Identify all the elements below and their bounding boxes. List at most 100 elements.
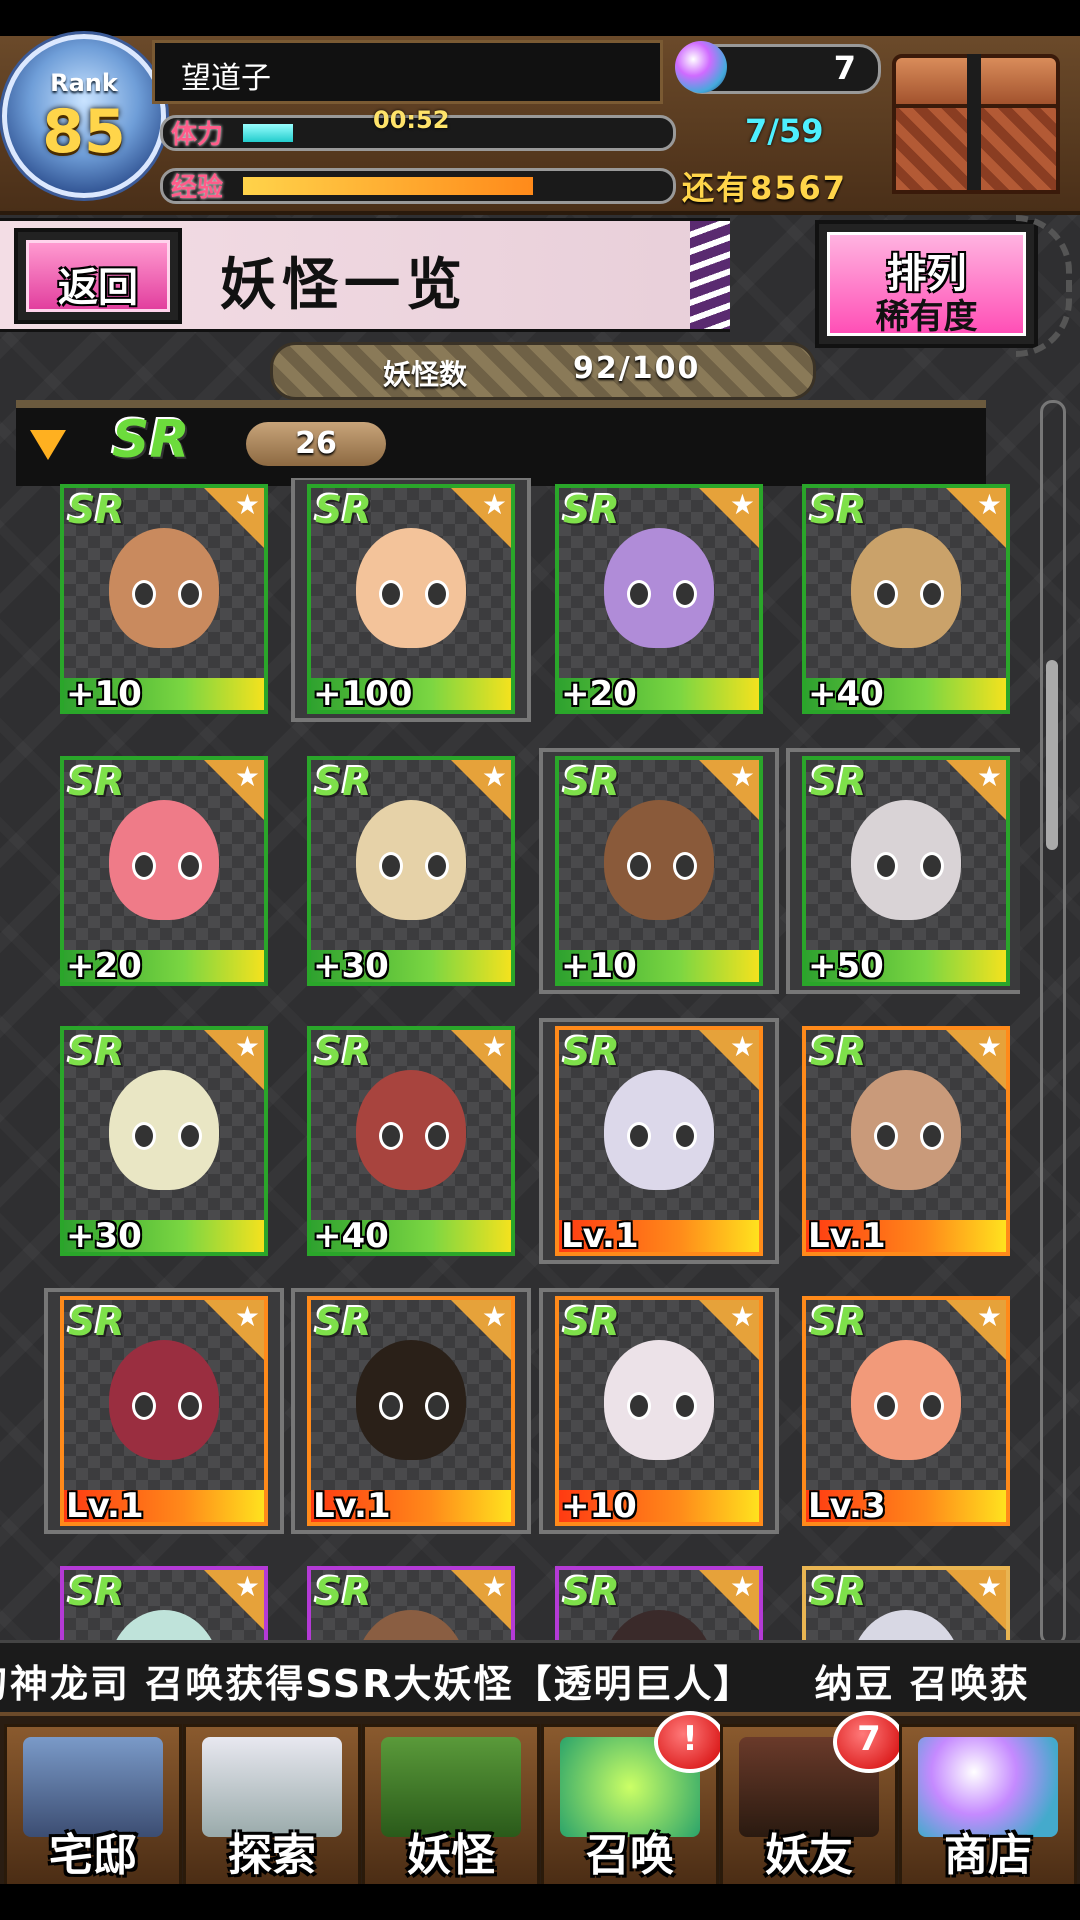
nav-label: 召唤 (586, 1830, 674, 1881)
star-icon: ★ (976, 1300, 1002, 1333)
monster-card[interactable]: ★ SR +10 (555, 756, 763, 986)
gear-decoration-icon (1016, 215, 1072, 357)
news-ticker: 刀神龙司 召唤获得SSR大妖怪【透明巨人】 纳豆 召唤获 (0, 1640, 1080, 1713)
card-level-bar: +40 (311, 1216, 511, 1252)
card-level: Lv.1 (561, 1216, 639, 1256)
badge-count: ! (682, 1719, 698, 1759)
system-nav-bar (0, 1884, 1080, 1920)
card-level-bar: +10 (64, 674, 264, 710)
card-level-bar: Lv.1 (311, 1486, 511, 1522)
monster-card[interactable]: ★ SR (60, 1566, 268, 1643)
monster-card[interactable]: ★ SR Lv.1 (307, 1296, 515, 1526)
nav-label: 探索 (228, 1830, 316, 1881)
star-icon: ★ (976, 1030, 1002, 1063)
back-button[interactable]: 返回 (14, 228, 182, 324)
portrait-face (356, 800, 466, 920)
card-rarity: SR (68, 1570, 125, 1614)
rarity-count: 26 (295, 426, 337, 461)
monster-card[interactable]: ★ SR +20 (555, 484, 763, 714)
player-name-box: 望道子 (152, 40, 663, 104)
monster-card[interactable]: ★ SR Lv.1 (802, 1026, 1010, 1256)
monster-card[interactable]: ★ SR (802, 1566, 1010, 1643)
gem-counter[interactable]: 7 (675, 41, 881, 94)
exp-remaining: 还有8567 (682, 169, 848, 207)
nav-button[interactable]: 商店 (899, 1724, 1077, 1890)
rank-value: 85 (42, 97, 126, 167)
monster-card[interactable]: ★ SR +100 (307, 484, 515, 714)
card-level-bar: +30 (64, 1216, 264, 1252)
monster-card[interactable]: ★ SR +10 (555, 1296, 763, 1526)
monster-card-grid: ★ SR +10 ★ SR +100 ★ SR +20 ★ SR +40 ★ SR +20 ★ SR +30 ★ SR… (0, 478, 1020, 1643)
nav-label: 商店 (944, 1830, 1032, 1881)
sort-button[interactable]: 排列 稀有度 (815, 220, 1038, 348)
nav-button[interactable]: 探索 (183, 1724, 361, 1890)
portrait-face (851, 528, 961, 648)
ticker-text: 刀神龙司 召唤获得SSR大妖怪【透明巨人】 纳豆 召唤获 (0, 1662, 1030, 1706)
card-rarity: SR (315, 760, 372, 804)
exp-label: 经验 (171, 173, 224, 203)
portrait-eye (673, 1392, 697, 1420)
nav-button[interactable]: 召唤! (541, 1711, 726, 1890)
card-rarity: SR (563, 1300, 620, 1344)
portrait-eye (379, 1122, 403, 1150)
portrait-face (851, 1070, 961, 1190)
badge-count: 7 (857, 1719, 881, 1759)
monster-card[interactable]: ★ SR +30 (307, 756, 515, 986)
gift-chest-button[interactable] (882, 46, 1062, 196)
card-rarity: SR (810, 1570, 867, 1614)
stamina-fill (243, 124, 293, 142)
page-title: 妖怪一览 (220, 253, 468, 318)
portrait-eye (673, 1122, 697, 1150)
nav-button[interactable]: 妖友 7 (720, 1711, 905, 1890)
monster-card[interactable]: ★ SR (555, 1566, 763, 1643)
monster-card[interactable]: ★ SR +40 (802, 484, 1010, 714)
card-level: Lv.1 (313, 1486, 391, 1526)
back-button-face: 返回 (26, 240, 170, 312)
monster-count-value: 92/100 (573, 351, 701, 386)
card-rarity: SR (810, 1300, 867, 1344)
nav-button[interactable]: 妖怪 (362, 1724, 540, 1890)
scrollbar-track[interactable] (1040, 400, 1066, 1646)
rarity-section-header[interactable]: SR 26 (16, 400, 986, 486)
star-icon: ★ (234, 760, 260, 793)
monster-card[interactable]: ★ SR +30 (60, 1026, 268, 1256)
monster-card[interactable]: ★ SR Lv.1 (555, 1026, 763, 1256)
gem-count: 7 (833, 49, 856, 87)
portrait-eye (379, 1392, 403, 1420)
card-level: +30 (66, 1216, 142, 1256)
scrollbar-thumb[interactable] (1046, 660, 1058, 850)
rarity-count-pill: 26 (246, 422, 386, 466)
card-level: +40 (313, 1216, 389, 1256)
star-icon: ★ (481, 488, 507, 521)
card-rarity: SR (563, 1030, 620, 1074)
portrait-face (109, 1070, 219, 1190)
portrait-eye (132, 1122, 156, 1150)
monster-card[interactable]: ★ SR (307, 1566, 515, 1643)
stamina-label: 体力 (171, 120, 224, 150)
collapse-triangle-icon[interactable] (30, 430, 66, 460)
monster-card[interactable]: ★ SR +10 (60, 484, 268, 714)
card-level-bar: +20 (559, 674, 759, 710)
portrait-eye (132, 852, 156, 880)
star-icon: ★ (234, 1570, 260, 1603)
portrait-eye (874, 580, 898, 608)
player-name: 望道子 (181, 61, 271, 96)
monster-card[interactable]: ★ SR +50 (802, 756, 1010, 986)
monster-card[interactable]: ★ SR Lv.1 (60, 1296, 268, 1526)
portrait-face (604, 1070, 714, 1190)
card-rarity: SR (68, 488, 125, 532)
monster-card[interactable]: ★ SR +40 (307, 1026, 515, 1256)
star-icon: ★ (481, 1570, 507, 1603)
card-level-bar: +50 (806, 946, 1006, 982)
card-level: +10 (66, 674, 142, 714)
rank-label: Rank (50, 69, 118, 97)
monster-card[interactable]: ★ SR Lv.3 (802, 1296, 1010, 1526)
card-level-bar: +100 (311, 674, 511, 710)
card-rarity: SR (810, 760, 867, 804)
nav-button[interactable]: 宅邸 (4, 1724, 182, 1890)
monster-card[interactable]: ★ SR +20 (60, 756, 268, 986)
star-icon: ★ (481, 1030, 507, 1063)
portrait-face (851, 800, 961, 920)
portrait-face (356, 528, 466, 648)
portrait-face (109, 1610, 219, 1643)
